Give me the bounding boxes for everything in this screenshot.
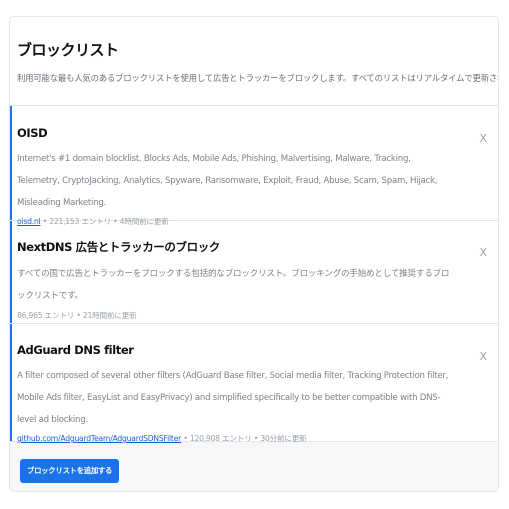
blocklist-meta: 86,965 エントリ • 21時間前に更新 (17, 310, 454, 321)
blocklist-description: すべての国で広告とトラッカーをブロックする包括的なブロックリスト。ブロッキングの… (17, 269, 450, 301)
blocklist-source-link[interactable]: github.com/AdguardTeam/AdguardSDNSFilter (17, 434, 181, 443)
blocklist-item-oisd: OISD X Internet's #1 domain blocklist. B… (10, 106, 498, 226)
blocklist-description: Internet's #1 domain blocklist. Blocks A… (17, 154, 438, 208)
remove-blocklist-button[interactable]: X (479, 247, 487, 258)
card-footer: ブロックリストを追加する (10, 442, 498, 491)
blocklist-name: NextDNS 広告とトラッカーのブロック (17, 240, 220, 254)
remove-blocklist-button[interactable]: X (479, 351, 487, 362)
blocklist-stats: 86,965 エントリ • 21時間前に更新 (17, 311, 137, 320)
blocklist-stats: • 120,908 エントリ • 30分前に更新 (181, 434, 307, 443)
blocklist-meta: github.com/AdguardTeam/AdguardSDNSFilter… (17, 433, 454, 444)
page-title: ブロックリスト (17, 41, 119, 59)
page-subtitle: 利用可能な最も人気のあるブロックリストを使用して広告とトラッカーをブロックします… (17, 73, 499, 83)
blocklists-card: ブロックリスト 利用可能な最も人気のあるブロックリストを使用して広告とトラッカー… (9, 16, 499, 492)
blocklist-item-adguard: AdGuard DNS filter X A filter composed o… (10, 324, 498, 444)
blocklist-item-nextdns: NextDNS 広告とトラッカーのブロック X すべての国で広告とトラッカーをブ… (10, 221, 498, 324)
card-header: ブロックリスト 利用可能な最も人気のあるブロックリストを使用して広告とトラッカー… (10, 17, 498, 106)
blocklist-name: AdGuard DNS filter (17, 343, 134, 357)
blocklist-description: A filter composed of several other filte… (17, 371, 449, 425)
remove-blocklist-button[interactable]: X (479, 133, 487, 144)
add-blocklist-button[interactable]: ブロックリストを追加する (20, 459, 120, 483)
blocklist-name: OISD (17, 126, 48, 140)
